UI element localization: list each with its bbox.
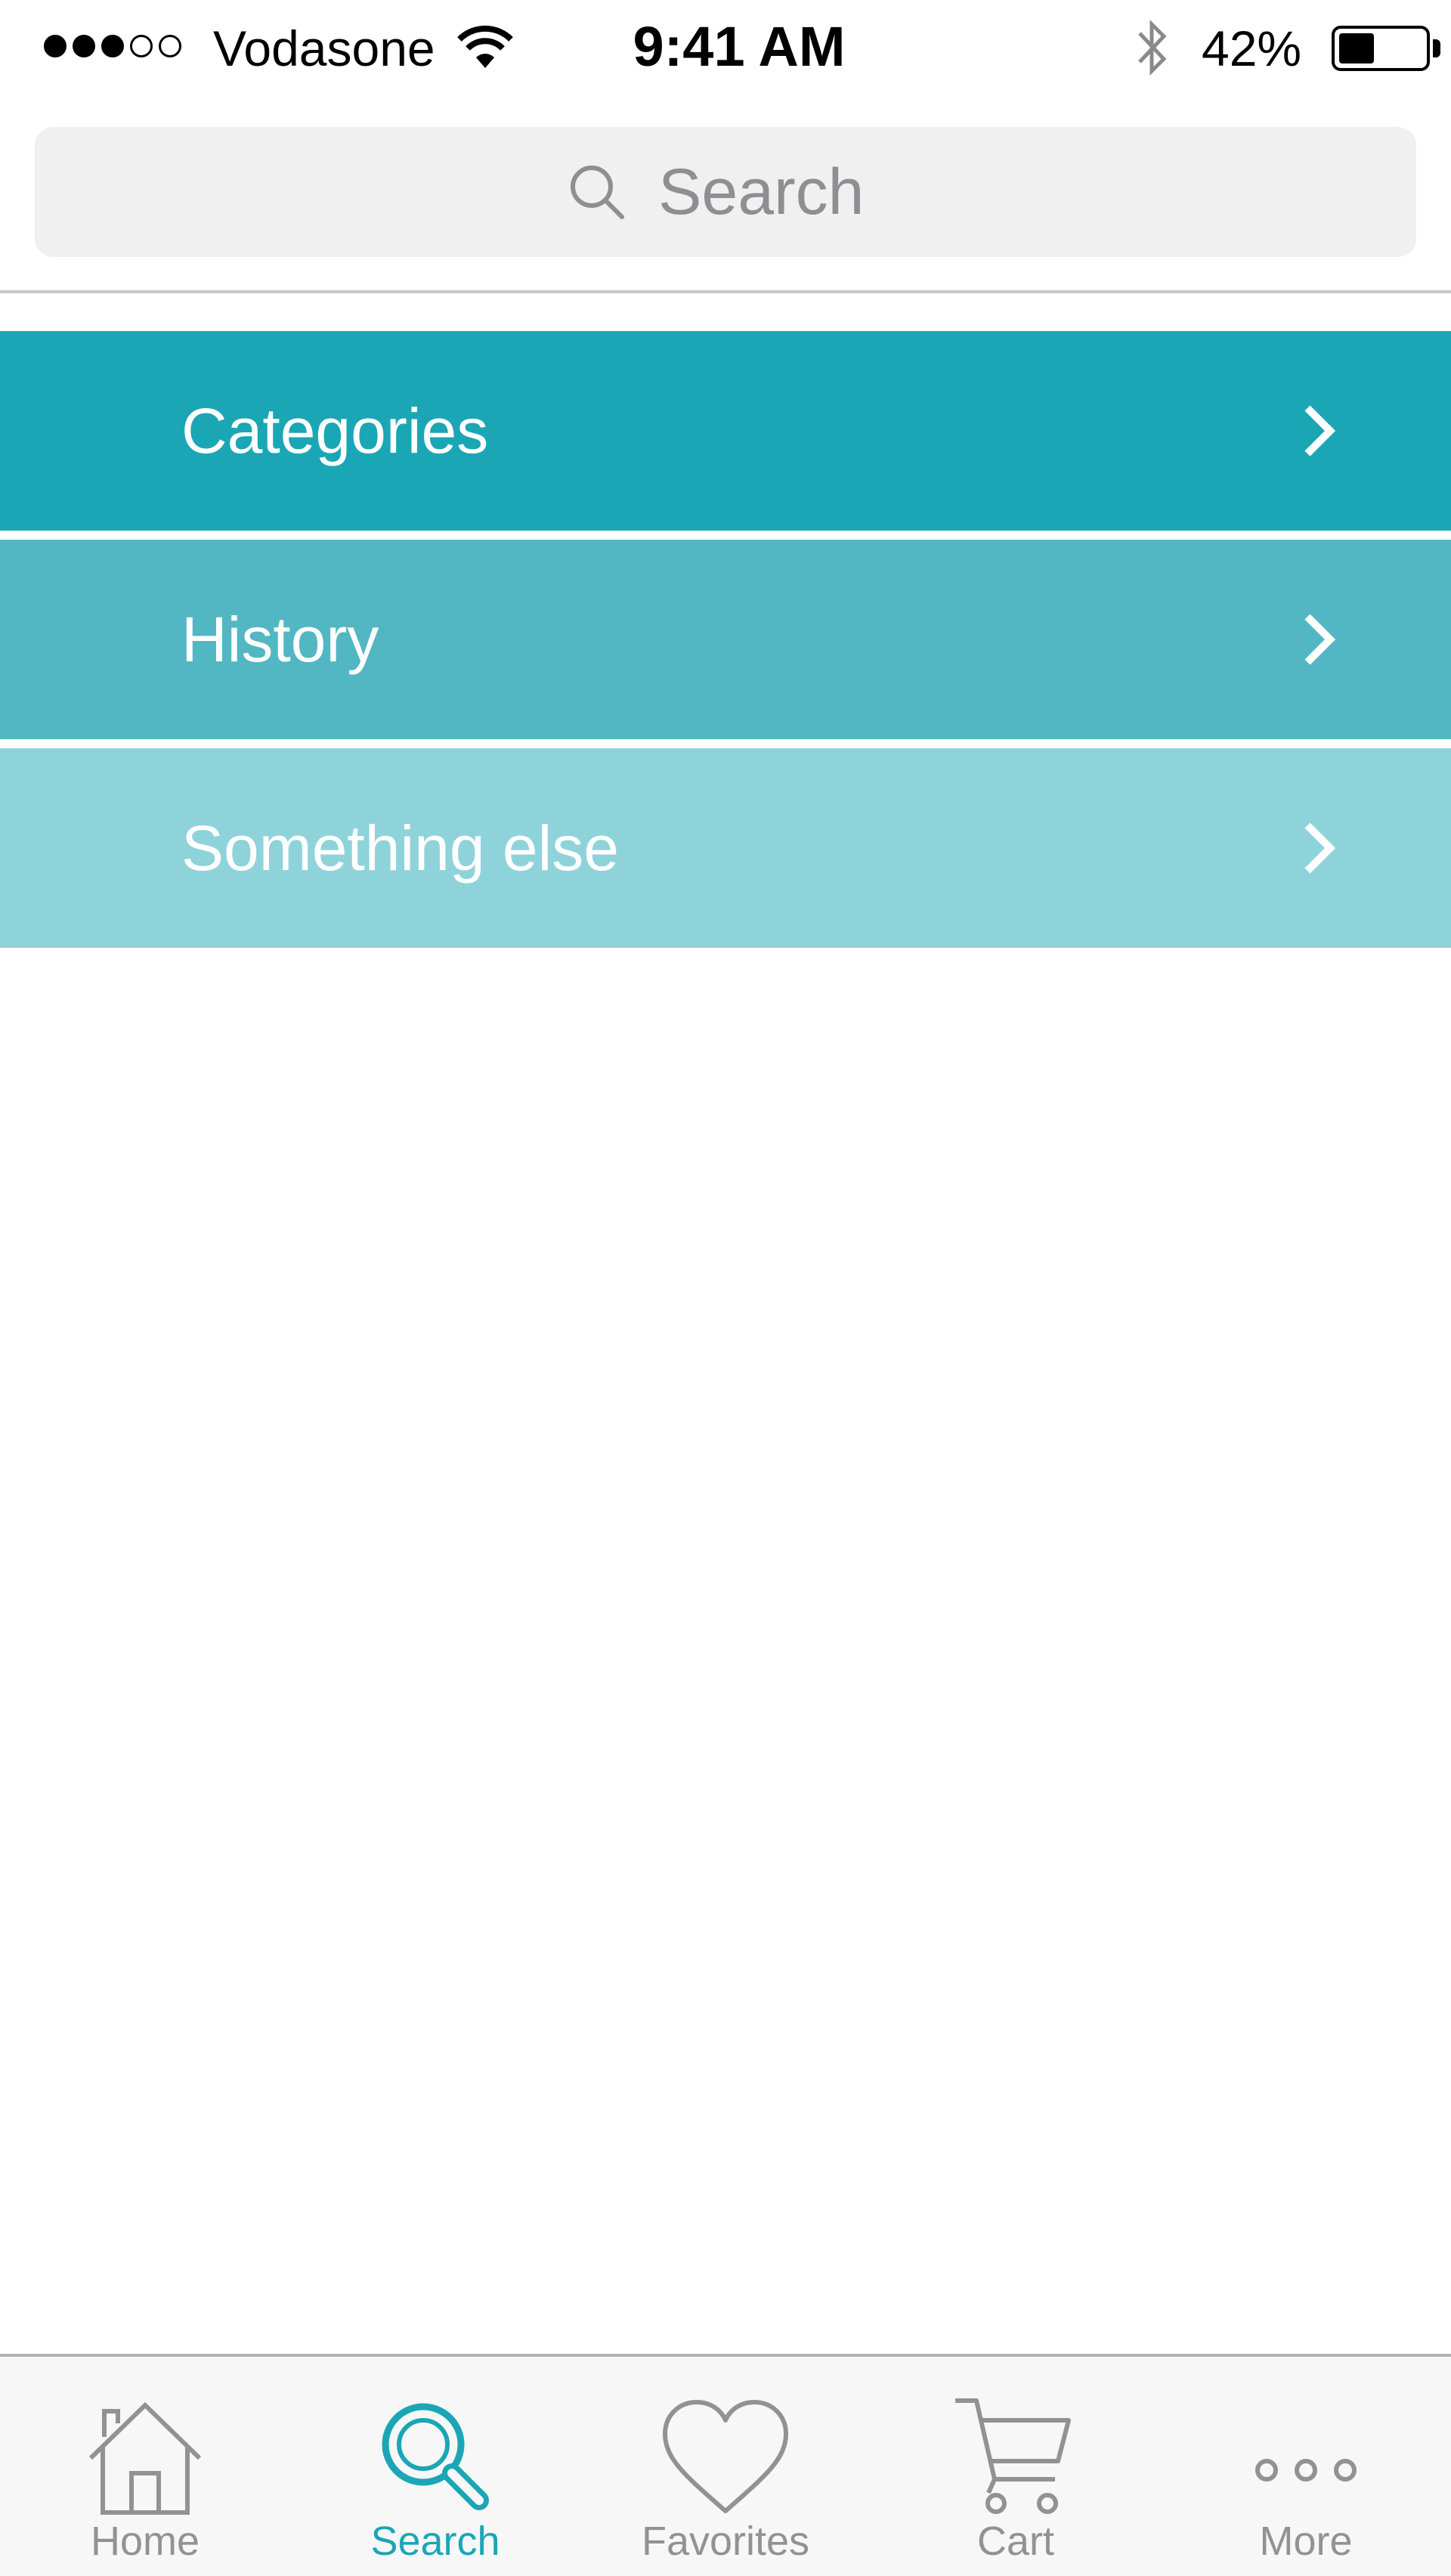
menu-item-categories[interactable]: Categories (0, 331, 1451, 531)
menu-item-history[interactable]: History (0, 540, 1451, 739)
search-bar[interactable] (35, 127, 1416, 257)
battery-percentage: 42% (1202, 20, 1302, 76)
status-bar: Vodasone 9:41 AM 42% (0, 0, 1451, 98)
tab-search[interactable]: Search (290, 2357, 580, 2576)
more-icon (1255, 2459, 1357, 2482)
home-icon (88, 2401, 202, 2515)
search-divider (0, 290, 1451, 293)
tab-home[interactable]: Home (0, 2357, 290, 2576)
search-icon (382, 2403, 489, 2510)
chevron-right-icon (1304, 614, 1336, 665)
battery-level-fill (1339, 33, 1374, 63)
search-input[interactable] (658, 154, 885, 230)
tab-label: More (1259, 2519, 1353, 2564)
chevron-right-icon (1304, 822, 1336, 874)
battery-terminal (1433, 39, 1440, 57)
cart-icon (955, 2398, 1071, 2514)
search-icon (571, 166, 624, 219)
tab-cart[interactable]: Cart (871, 2357, 1161, 2576)
menu-list: Categories History Something else (0, 331, 1451, 948)
tab-label: Favorites (641, 2519, 810, 2564)
tab-favorites[interactable]: Favorites (580, 2357, 871, 2576)
chevron-right-icon (1304, 405, 1336, 457)
bluetooth-icon (1138, 19, 1167, 76)
search-screen: Vodasone 9:41 AM 42% Categories (0, 0, 1451, 2576)
heart-icon (663, 2400, 788, 2513)
tab-label: Home (90, 2519, 200, 2564)
menu-item-label: Something else (181, 813, 620, 884)
tab-label: Cart (976, 2519, 1054, 2564)
tab-bar: Home Search Favorites Cart More (0, 2354, 1451, 2576)
menu-item-label: Categories (181, 395, 489, 466)
menu-item-something-else[interactable]: Something else (0, 748, 1451, 948)
battery-icon (1332, 26, 1430, 71)
menu-item-label: History (181, 604, 379, 675)
tab-more[interactable]: More (1161, 2357, 1451, 2576)
tab-label: Search (370, 2519, 500, 2564)
